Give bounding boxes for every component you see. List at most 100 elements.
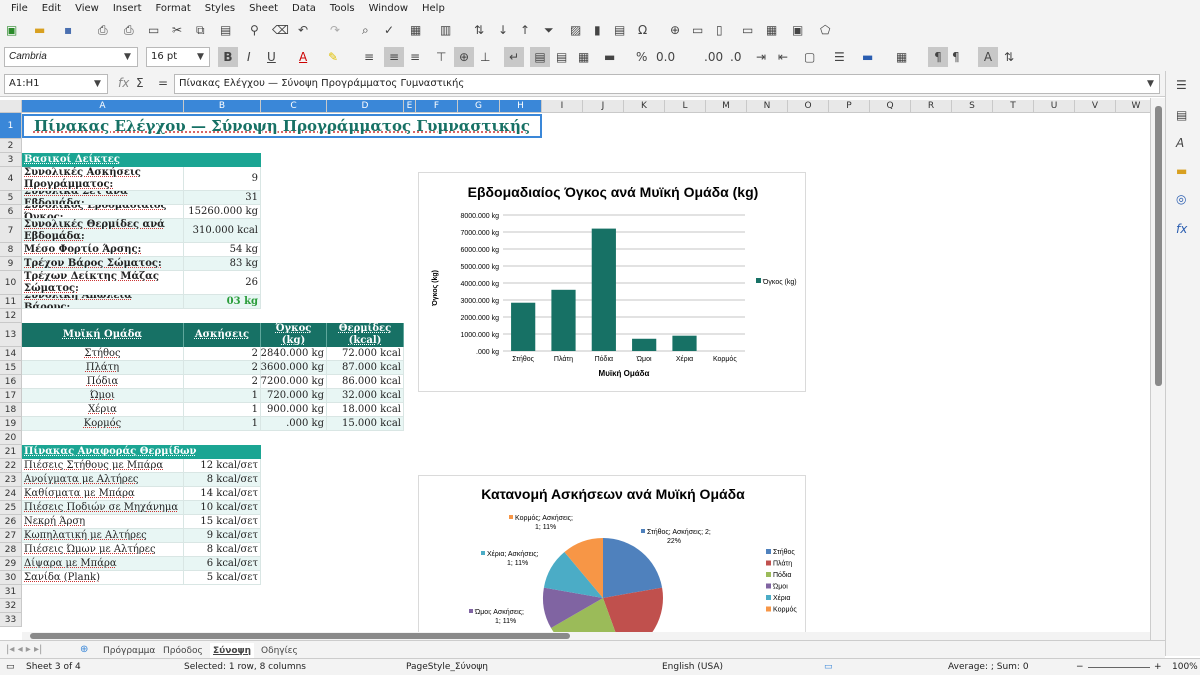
- column-header[interactable]: C: [261, 100, 327, 113]
- row-header[interactable]: 32: [0, 599, 22, 613]
- row-header[interactable]: 31: [0, 585, 22, 599]
- table-header[interactable]: Θερμίδες (kcal): [327, 323, 404, 347]
- table-cell[interactable]: 9 kcal/σετ: [184, 529, 261, 543]
- row-header[interactable]: 29: [0, 557, 22, 571]
- menu-icon[interactable]: ☰: [1176, 77, 1187, 93]
- menu-item[interactable]: Insert: [106, 3, 149, 14]
- table-cell[interactable]: 1: [184, 389, 261, 403]
- highlight-icon[interactable]: ✎: [328, 49, 338, 65]
- find-replace-icon[interactable]: ⌕: [362, 22, 369, 38]
- table-cell[interactable]: 1: [184, 417, 261, 431]
- table-cell[interactable]: 14 kcal/σετ: [184, 487, 261, 501]
- kpi-label[interactable]: Συνολικός Εβδομαδιαίος Όγκος:: [22, 205, 184, 219]
- column-header[interactable]: I: [542, 100, 583, 113]
- styles-icon[interactable]: A: [1176, 135, 1184, 151]
- column-header[interactable]: K: [624, 100, 665, 113]
- currency-icon[interactable]: ▬: [604, 49, 615, 65]
- cut-icon[interactable]: ✂: [172, 22, 182, 38]
- row-header[interactable]: 21: [0, 445, 22, 459]
- table-header[interactable]: Ασκήσεις: [184, 323, 261, 347]
- table-cell[interactable]: Ανοίγματα με Αλτήρες: [22, 473, 184, 487]
- paste-icon[interactable]: ▤: [220, 22, 231, 38]
- column-header[interactable]: J: [583, 100, 624, 113]
- kpi-label[interactable]: Συνολική Απώλεια Βάρους:: [22, 295, 184, 309]
- table-cell[interactable]: 32.000 kcal: [327, 389, 404, 403]
- row-header[interactable]: 22: [0, 459, 22, 473]
- row-header[interactable]: 18: [0, 403, 22, 417]
- hscroll-thumb[interactable]: [30, 633, 570, 639]
- clone-formatting-icon[interactable]: ⚲: [250, 22, 259, 38]
- column-header[interactable]: N: [747, 100, 788, 113]
- kpi-value[interactable]: 83 kg: [184, 257, 261, 271]
- menu-item[interactable]: Sheet: [242, 3, 285, 14]
- pie-slice[interactable]: [603, 538, 663, 598]
- underline-icon[interactable]: U: [267, 49, 276, 65]
- table-cell[interactable]: 18.000 kcal: [327, 403, 404, 417]
- align-left-icon[interactable]: ≡: [364, 49, 374, 65]
- row-header[interactable]: 24: [0, 487, 22, 501]
- split-window-icon[interactable]: ▣: [792, 22, 803, 38]
- column-icon[interactable]: ▥: [440, 22, 451, 38]
- undo-icon[interactable]: ↶: [298, 22, 308, 38]
- sort-descending-icon[interactable]: ↑: [520, 22, 530, 38]
- table-cell[interactable]: Στήθος: [22, 347, 184, 361]
- menu-item[interactable]: Data: [285, 3, 323, 14]
- pie-chart[interactable]: Κατανομή Ασκήσεων ανά Μυϊκή Ομάδα Στήθος;…: [418, 475, 806, 632]
- bar-chart[interactable]: Εβδομαδιαίος Όγκος ανά Μυϊκή Ομάδα (kg) 8…: [418, 172, 806, 392]
- table-cell[interactable]: Νεκρή Άρση: [22, 515, 184, 529]
- column-header[interactable]: E: [404, 100, 416, 113]
- open-folder-icon[interactable]: ▬: [34, 22, 45, 38]
- table-cell[interactable]: 1: [184, 403, 261, 417]
- horizontal-scrollbar[interactable]: [22, 632, 1150, 640]
- row-header[interactable]: 7: [0, 219, 22, 243]
- special-character-icon[interactable]: Ω: [638, 22, 647, 38]
- corner-cell[interactable]: [0, 100, 22, 113]
- comment-icon[interactable]: ▭: [692, 22, 703, 38]
- menu-item[interactable]: Help: [415, 3, 452, 14]
- table-cell[interactable]: 6 kcal/σετ: [184, 557, 261, 571]
- row-header[interactable]: 20: [0, 431, 22, 445]
- align-right-icon[interactable]: ≡: [410, 49, 420, 65]
- italic-icon[interactable]: I: [247, 49, 251, 65]
- borders-icon[interactable]: ▢: [804, 49, 815, 65]
- column-header[interactable]: R: [911, 100, 952, 113]
- table-cell[interactable]: Καθίσματα με Μπάρα: [22, 487, 184, 501]
- menu-item[interactable]: Edit: [35, 3, 68, 14]
- column-header[interactable]: S: [952, 100, 993, 113]
- bar[interactable]: [591, 228, 616, 351]
- column-header[interactable]: P: [829, 100, 870, 113]
- row-header[interactable]: 1: [0, 113, 22, 139]
- table-cell[interactable]: 2: [184, 361, 261, 375]
- row-header[interactable]: 13: [0, 323, 22, 347]
- table-cell[interactable]: Δίψαρα με Μπάρα: [22, 557, 184, 571]
- add-decimal-icon[interactable]: .00: [704, 49, 723, 65]
- sum-icon[interactable]: Σ: [136, 75, 144, 91]
- sort-icon[interactable]: ⇅: [474, 22, 484, 38]
- properties-icon[interactable]: ▤: [1176, 107, 1187, 123]
- table-cell[interactable]: 87.000 kcal: [327, 361, 404, 375]
- row-header[interactable]: 16: [0, 375, 22, 389]
- align-bottom-icon[interactable]: ⊥: [480, 49, 490, 65]
- column-header[interactable]: Q: [870, 100, 911, 113]
- align-middle-icon[interactable]: ⊕: [454, 47, 474, 67]
- row-header[interactable]: 14: [0, 347, 22, 361]
- column-header[interactable]: F: [416, 100, 458, 113]
- column-header[interactable]: V: [1075, 100, 1116, 113]
- table-cell[interactable]: 10 kcal/σετ: [184, 501, 261, 515]
- table-cell[interactable]: 7200.000 kg: [261, 375, 327, 389]
- table-cell[interactable]: 8 kcal/σετ: [184, 543, 261, 557]
- row-header[interactable]: 15: [0, 361, 22, 375]
- table-cell[interactable]: 15 kcal/σετ: [184, 515, 261, 529]
- freeze-rows-icon[interactable]: ▦: [766, 22, 777, 38]
- row-header[interactable]: 33: [0, 613, 22, 627]
- menu-item[interactable]: Tools: [323, 3, 362, 14]
- row-icon[interactable]: ▦: [410, 22, 421, 38]
- border-style-icon[interactable]: ☰: [834, 49, 845, 65]
- column-header[interactable]: B: [184, 100, 261, 113]
- column-header[interactable]: T: [993, 100, 1034, 113]
- kpi-label[interactable]: Συνολικά Σετ ανά Εβδομάδα:: [22, 191, 184, 205]
- sheet-tab[interactable]: Πρόοδος: [160, 643, 206, 659]
- text-vertical-icon[interactable]: ⇅: [1004, 49, 1014, 65]
- row-header[interactable]: 5: [0, 191, 22, 205]
- column-header[interactable]: D: [327, 100, 404, 113]
